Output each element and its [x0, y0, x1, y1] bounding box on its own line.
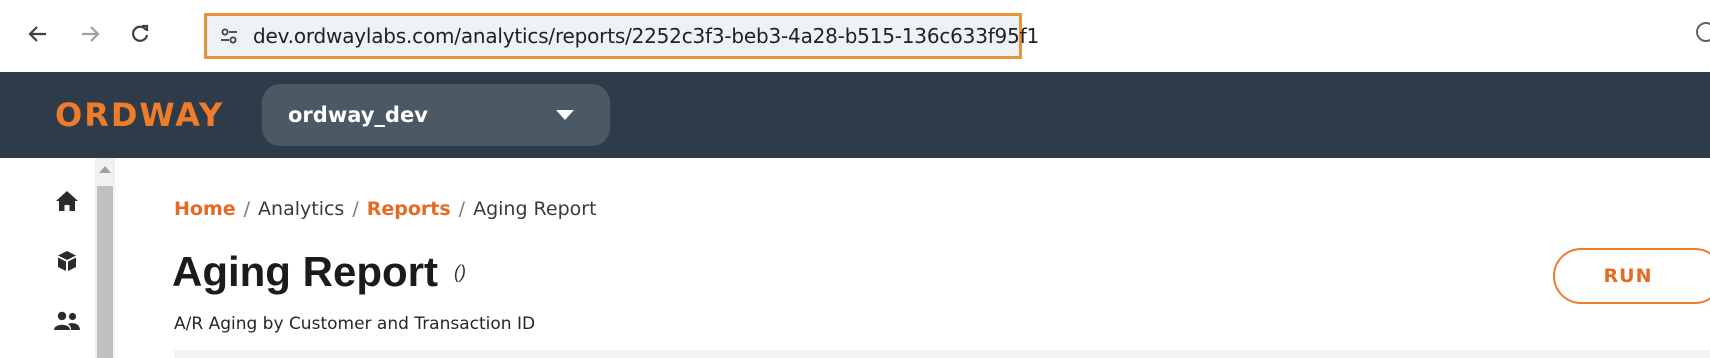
- sidebar-item-customers[interactable]: [52, 306, 82, 336]
- breadcrumb-separator: /: [458, 198, 466, 220]
- scroll-up-icon[interactable]: [99, 166, 111, 173]
- users-icon: [54, 311, 80, 330]
- breadcrumb-home[interactable]: Home: [174, 198, 236, 220]
- browser-toolbar: dev.ordwaylabs.com/analytics/reports/225…: [0, 0, 1710, 67]
- app-header: ORDWAY ordway_dev: [0, 72, 1710, 158]
- site-settings-icon[interactable]: [219, 25, 239, 47]
- page-subtitle: A/R Aging by Customer and Transaction ID: [174, 314, 536, 334]
- run-button[interactable]: RUN: [1553, 248, 1710, 304]
- arrow-right-icon: [82, 26, 100, 42]
- reload-button[interactable]: [126, 20, 154, 48]
- home-icon: [56, 191, 78, 211]
- reload-icon: [132, 24, 149, 42]
- chevron-down-icon: [556, 110, 574, 120]
- workspace-label: ordway_dev: [288, 103, 428, 127]
- breadcrumb: Home / Analytics / Reports / Aging Report: [174, 198, 597, 220]
- url-text[interactable]: dev.ordwaylabs.com/analytics/reports/225…: [253, 24, 1039, 48]
- breadcrumb-separator: /: [243, 198, 251, 220]
- cube-icon: [58, 251, 76, 271]
- address-bar[interactable]: dev.ordwaylabs.com/analytics/reports/225…: [204, 13, 1039, 59]
- arrow-left-icon: [28, 26, 46, 42]
- breadcrumb-analytics: Analytics: [258, 198, 345, 220]
- ordway-logo[interactable]: ORDWAY: [55, 96, 224, 134]
- forward-button[interactable]: [76, 20, 104, 48]
- breadcrumb-separator: /: [352, 198, 359, 220]
- google-lens-icon[interactable]: [1696, 22, 1710, 42]
- workspace-select[interactable]: ordway_dev: [262, 84, 610, 146]
- breadcrumb-reports[interactable]: Reports: [367, 198, 451, 220]
- sidebar-item-products[interactable]: [52, 246, 82, 276]
- report-content-area: [174, 350, 1710, 358]
- title-count: (): [454, 262, 466, 282]
- breadcrumb-current: Aging Report: [473, 198, 597, 220]
- back-button[interactable]: [24, 20, 52, 48]
- sidebar-item-home[interactable]: [52, 186, 82, 216]
- page-title: Aging Report: [172, 248, 438, 295]
- sidebar-scroll-thumb[interactable]: [97, 186, 113, 358]
